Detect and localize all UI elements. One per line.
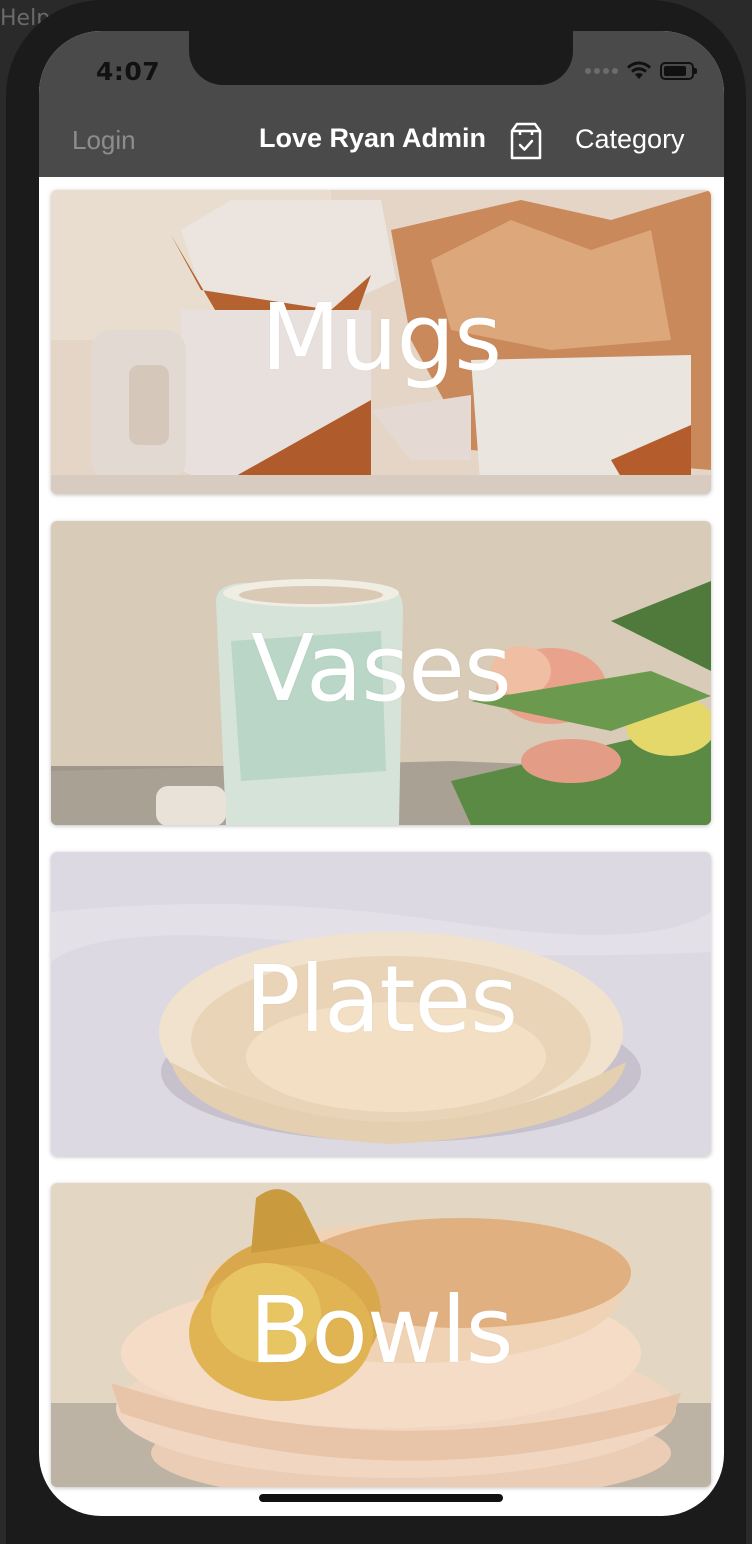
category-card-plates[interactable]: Plates (51, 852, 711, 1156)
login-button[interactable]: Login (72, 125, 136, 156)
shopping-bag-icon[interactable] (509, 121, 543, 161)
category-label-bowls: Bowls (249, 1277, 513, 1384)
device-notch (189, 31, 573, 85)
category-card-vases[interactable]: Vases (51, 521, 711, 825)
wifi-icon (627, 61, 651, 79)
category-card-bowls[interactable]: Bowls (51, 1183, 711, 1487)
phone-frame: 4:07 Login Love Ryan Admin Category Mugs… (6, 0, 746, 1544)
battery-icon (660, 62, 697, 80)
category-button[interactable]: Category (575, 124, 685, 155)
category-card-mugs[interactable]: Mugs (51, 190, 711, 494)
status-bar: 4:07 (39, 31, 724, 111)
app-screen: 4:07 Login Love Ryan Admin Category Mugs… (39, 31, 724, 1516)
cellular-signal-icon (585, 68, 618, 74)
status-icons (585, 61, 697, 81)
category-label-vases: Vases (251, 615, 512, 722)
status-time: 4:07 (96, 57, 161, 86)
category-label-plates: Plates (244, 946, 518, 1053)
home-indicator[interactable] (259, 1494, 503, 1502)
category-label-mugs: Mugs (260, 284, 502, 391)
navigation-bar: Login Love Ryan Admin Category (39, 111, 724, 177)
nav-title: Love Ryan Admin (259, 123, 487, 153)
